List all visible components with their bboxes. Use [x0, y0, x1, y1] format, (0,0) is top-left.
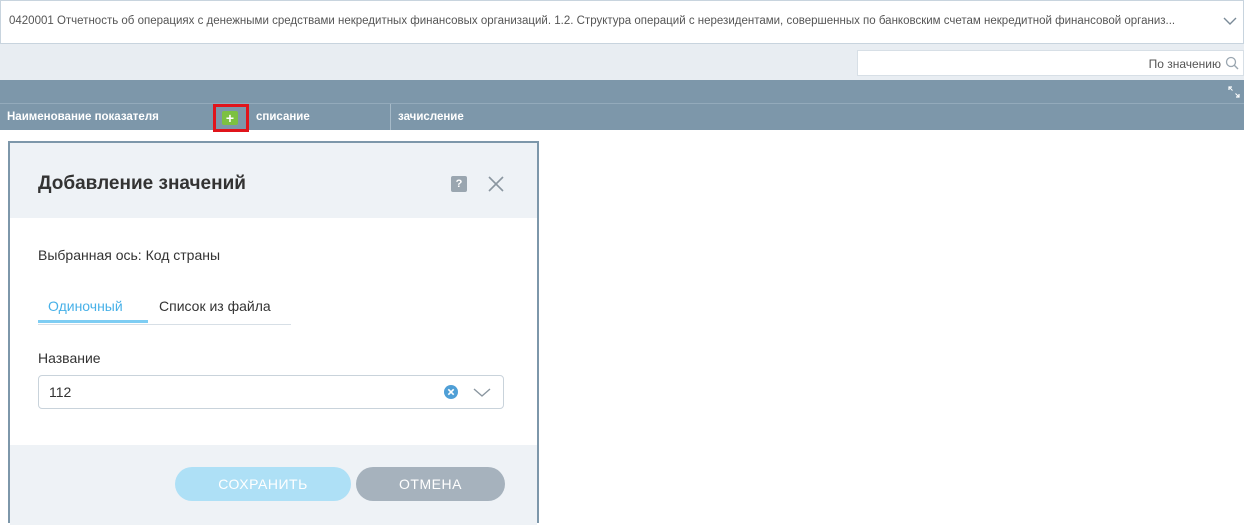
- report-title: 0420001 Отчетность об операциях с денежн…: [9, 15, 1176, 27]
- dialog-footer: СОХРАНИТЬ ОТМЕНА: [10, 445, 537, 525]
- column-header-debit: списание: [256, 111, 310, 123]
- tab-single[interactable]: Одиночный: [48, 298, 123, 314]
- search-input[interactable]: По значению: [857, 50, 1244, 76]
- search-placeholder: По значению: [1148, 57, 1221, 71]
- header-divider: [0, 103, 1244, 104]
- tab-list-from-file[interactable]: Список из файла: [159, 298, 271, 314]
- cancel-button[interactable]: ОТМЕНА: [356, 467, 505, 501]
- add-values-highlight: +: [213, 104, 249, 132]
- table-header: [0, 80, 1244, 130]
- dialog-title: Добавление значений: [38, 173, 246, 194]
- selected-axis-text: Выбранная ось: Код страны: [38, 247, 221, 263]
- active-tab-indicator: [38, 320, 148, 323]
- add-values-dialog: Добавление значений ? Выбранная ось: Код…: [8, 141, 539, 525]
- tab-bar: Одиночный Список из файла: [38, 294, 291, 325]
- add-values-button[interactable]: +: [222, 111, 238, 125]
- dialog-header: Добавление значений ?: [10, 143, 537, 218]
- report-title-bar[interactable]: 0420001 Отчетность об операциях с денежн…: [0, 0, 1244, 44]
- clear-icon[interactable]: [444, 385, 458, 399]
- column-header-indicator: Наименование показателя: [7, 111, 159, 123]
- help-icon[interactable]: ?: [451, 176, 467, 192]
- name-select[interactable]: 112: [38, 375, 504, 409]
- search-icon[interactable]: [1225, 56, 1239, 70]
- column-divider: [390, 104, 391, 130]
- chevron-down-icon[interactable]: [472, 385, 492, 399]
- name-value: 112: [49, 384, 72, 400]
- save-button[interactable]: СОХРАНИТЬ: [175, 467, 351, 501]
- search-row: По значению: [0, 44, 1244, 80]
- name-label: Название: [38, 350, 101, 366]
- close-icon[interactable]: [486, 174, 506, 194]
- column-header-credit: зачисление: [398, 111, 464, 123]
- expand-icon[interactable]: [1228, 86, 1240, 98]
- chevron-down-icon[interactable]: [1223, 14, 1237, 28]
